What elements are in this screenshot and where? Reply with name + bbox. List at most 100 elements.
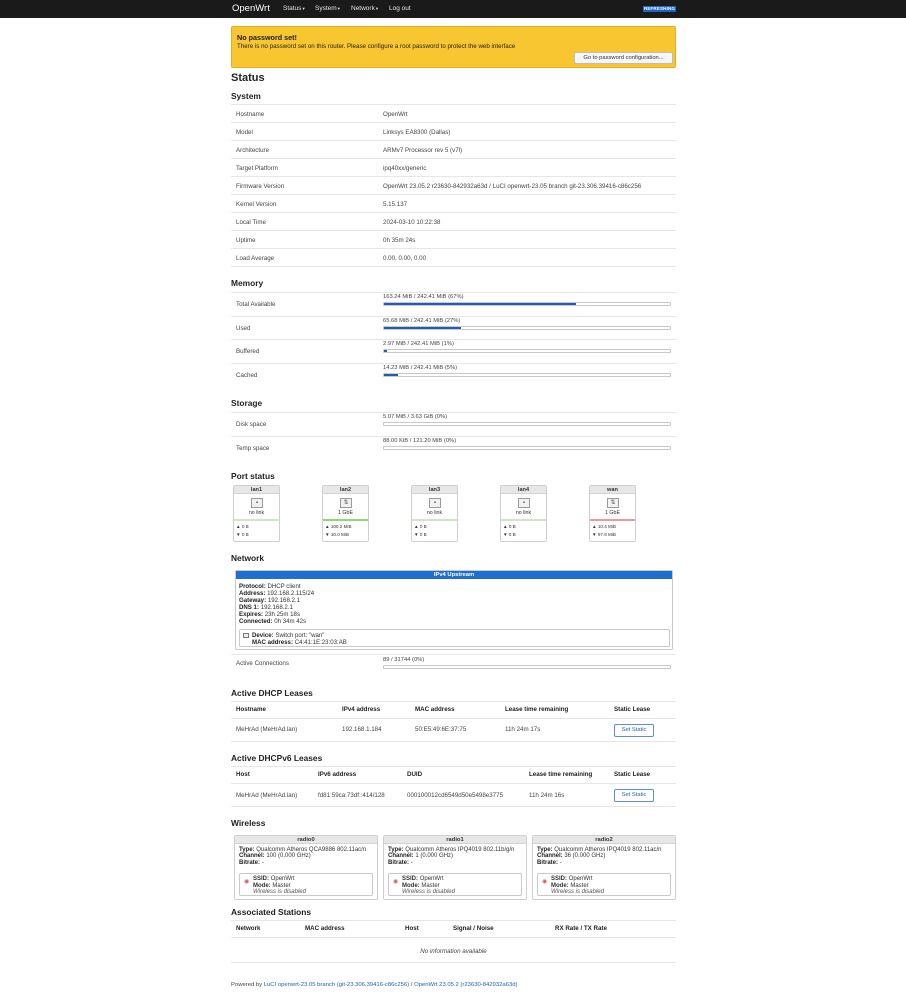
system-row: Local Time 2024-03-10 10:22:38 — [231, 212, 676, 230]
port-rx: ▲ 0 B — [414, 524, 427, 529]
port-tx: ▼ 0 B — [236, 532, 249, 537]
memory-progress-bar — [383, 325, 671, 330]
mode-label: Mode: — [253, 882, 271, 889]
alert-message: There is no password set on this router.… — [237, 43, 516, 50]
dhcp-set-static-button[interactable]: Set Static — [614, 724, 654, 737]
radio-bitrate-label: Bitrate: — [239, 859, 261, 866]
ethernet-port-icon: ⇅ — [340, 498, 352, 508]
alert-title: No password set! — [237, 33, 297, 42]
system-row: Kernel Version 5.15.137 — [231, 194, 676, 212]
system-row-label: Kernel Version — [236, 201, 277, 208]
stations-col-signal: Signal / Noise — [453, 925, 494, 932]
ethernet-port-icon: ▪ — [429, 498, 441, 508]
port-link-status: 1 GbE — [337, 510, 354, 516]
port-link-status: no link — [248, 510, 265, 516]
active-connections-value: 89 / 31744 (0%) — [383, 657, 425, 663]
mac-label: MAC address: — [252, 639, 293, 647]
wifi-disabled-icon: ◉ — [393, 879, 399, 885]
radio-bitrate-label: Bitrate: — [388, 859, 410, 866]
system-row-label: Hostname — [236, 111, 265, 118]
dhcpv6-ipv6: fd81:59ca:73df::414/128 — [318, 792, 385, 799]
network-info-label: Expires: — [239, 611, 264, 619]
system-row-value: 0.00, 0.00, 0.00 — [383, 255, 427, 262]
network-info-label: Address: — [239, 590, 266, 598]
dhcp-ipv4: 192.168.1.184 — [342, 726, 382, 733]
radio-bitrate-label: Bitrate: — [537, 859, 559, 866]
ethernet-port-icon: ▪ — [518, 498, 530, 508]
system-row: Uptime 0h 35m 24s — [231, 230, 676, 248]
network-info-label: DNS 1: — [239, 604, 259, 612]
dhcpv6-col-lease: Lease time remaining — [529, 771, 593, 778]
system-row-value: 0h 35m 24s — [383, 237, 416, 244]
memory-progress-bar — [383, 349, 671, 354]
port-rx: ▲ 100.2 MiB — [325, 524, 352, 529]
stations-heading: Associated Stations — [231, 907, 312, 917]
port-lan2: lan2 ⇅ 1 GbE ▲ 100.2 MiB ▼ 10.0 MiB — [322, 485, 369, 542]
memory-row-value: 163.24 MiB / 242.41 MiB (67%) — [383, 294, 464, 300]
radio-type: Qualcomm Atheros QCA9886 802.11ac/n — [256, 847, 367, 853]
system-row: Target Platform ipq40xx/generic — [231, 158, 676, 176]
chevron-down-icon: ▾ — [375, 6, 379, 11]
ssid-box: ◉ SSID: OpenWrt Mode: Master Wireless is… — [537, 873, 671, 896]
memory-row-value: 2.97 MiB / 242.41 MiB (1%) — [383, 341, 454, 348]
menu-status[interactable]: Status▾ — [283, 5, 305, 12]
storage-progress-bar — [383, 422, 671, 426]
radio-channel: 100 (0.000 GHz) — [266, 853, 311, 860]
footer-openwrt-link[interactable]: OpenWrt 23.05.2 (r23630-842932a63d) — [414, 982, 517, 988]
dhcp-lease: 11h 24m 17s — [505, 726, 541, 733]
refreshing-toggle[interactable]: REFRESHING — [643, 6, 676, 12]
footer-powered: Powered by — [231, 982, 264, 988]
wireless-heading: Wireless — [231, 818, 266, 828]
memory-row-value: 14.23 MiB / 242.41 MiB (5%) — [383, 365, 458, 372]
radio-type-label: Type: — [537, 847, 553, 853]
radio-type-label: Type: — [239, 847, 255, 853]
radio-radio0: radio0 Type: Qualcomm Atheros QCA9886 80… — [234, 835, 378, 900]
memory-row-label: Used — [236, 324, 251, 332]
ssid-value: OpenWrt — [419, 876, 444, 882]
port-link-status: 1 GbE — [604, 510, 621, 516]
radio-channel-label: Channel: — [388, 853, 414, 860]
system-row: Hostname OpenWrt — [231, 104, 676, 122]
radio-name: radio1 — [384, 836, 526, 844]
storage-progress-bar — [383, 445, 671, 450]
menu-network[interactable]: Network▾ — [351, 5, 378, 12]
system-row: Load Average 0.00, 0.00, 0.00 — [231, 248, 676, 266]
page-title: Status — [231, 72, 265, 84]
device-box: Device: Switch port: "wan" MAC address: … — [239, 629, 670, 647]
memory-progress-bar — [383, 373, 671, 378]
no-password-alert: No password set! There is no password se… — [231, 26, 676, 68]
radio-channel-label: Channel: — [239, 853, 265, 860]
footer: Powered by LuCI openwrt-23.05 branch (gi… — [231, 982, 517, 988]
port-status-heading: Port status — [231, 471, 275, 481]
system-row-value: ipq40xx/generic — [383, 165, 427, 172]
system-row-label: Local Time — [236, 219, 266, 226]
port-tx: ▼ 97.6 MiB — [592, 532, 616, 537]
ssid-box: ◉ SSID: OpenWrt Mode: Master Wireless is… — [388, 873, 522, 896]
network-info-row: Address: 192.168.2.115/24 — [239, 590, 314, 597]
menu-logout[interactable]: Log out — [389, 5, 411, 12]
menu-system[interactable]: System▾ — [315, 5, 340, 12]
memory-row-label: Total Available — [236, 301, 276, 308]
wifi-disabled-icon: ◉ — [542, 879, 548, 885]
password-config-button[interactable]: Go to password configuration... — [574, 52, 673, 64]
network-info-row: Connected: 0h 34m 42s — [239, 618, 314, 625]
radio-channel: 36 (0.000 GHz) — [564, 853, 606, 860]
storage-row-value: 5.07 MiB / 3.63 GiB (0%) — [383, 414, 448, 420]
dhcpv6-lease: 11h 24m 16s — [529, 792, 565, 799]
stations-col-host: Host — [405, 925, 419, 932]
system-row-label: Load Average — [236, 255, 275, 262]
port-name: lan2 — [323, 486, 368, 494]
ethernet-port-icon: ⇅ — [607, 498, 619, 508]
dhcpv6-set-static-button[interactable]: Set Static — [614, 789, 654, 802]
brand-logo[interactable]: OpenWrt — [232, 3, 270, 14]
radio-radio1: radio1 Type: Qualcomm Atheros IPQ4019 80… — [383, 835, 527, 900]
network-info-row: DNS 1: 192.168.2.1 — [239, 604, 314, 611]
dhcpv6-col-duid: DUID — [407, 771, 423, 778]
system-row-value: ARMv7 Processor rev 5 (v7l) — [383, 147, 463, 154]
dhcpv6-col-host: Host — [236, 771, 250, 778]
radio-type-label: Type: — [388, 847, 404, 853]
radio-bitrate: - — [410, 859, 413, 866]
system-row-value: Linksys EA8300 (Dallas) — [383, 129, 451, 136]
footer-luci-link[interactable]: LuCI openwrt-23.05 branch (git-23.306.39… — [264, 982, 409, 988]
storage-row-label: Disk space — [236, 421, 267, 428]
